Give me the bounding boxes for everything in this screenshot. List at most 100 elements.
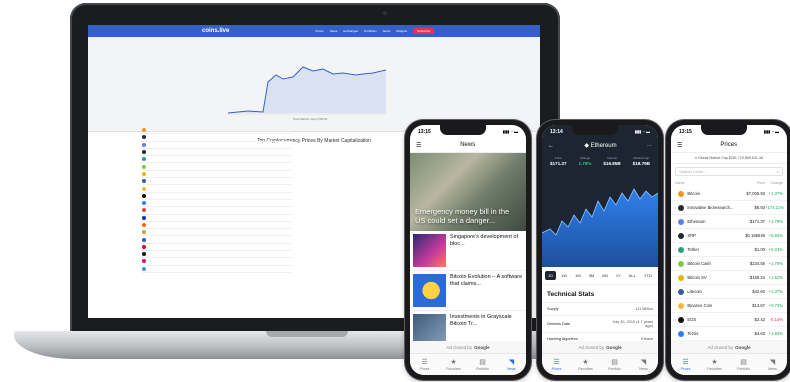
coin-price: $169.24: [749, 275, 765, 280]
coin-row[interactable]: › Bitcoin SV $169.24 +1.52%: [671, 271, 787, 285]
tab-favorites[interactable]: ★ Favorites: [571, 354, 600, 375]
news-item[interactable]: Bitcoin Evolution – A software that clai…: [410, 271, 526, 311]
more-icon[interactable]: ⋯: [647, 143, 652, 149]
table-row[interactable]: [142, 127, 292, 135]
tab-label: Favorites: [707, 366, 722, 371]
table-row[interactable]: [142, 229, 292, 237]
tab-favorites[interactable]: ★ Favorites: [439, 354, 468, 375]
coin-change: +0.03%: [768, 247, 783, 252]
tab-prices[interactable]: ☰ Prices: [410, 354, 439, 375]
table-row[interactable]: [142, 156, 292, 164]
coin-row[interactable]: › Bitcoin Cash $234.56 +1.76%: [671, 257, 787, 271]
nav-link-alerts[interactable]: Alerts: [383, 29, 391, 33]
tab-portfolio[interactable]: ▤ Portfolio: [600, 354, 629, 375]
site-logo[interactable]: coins.live: [202, 28, 229, 34]
tab-news[interactable]: ◥ News: [629, 354, 658, 375]
range-1d[interactable]: 1D: [545, 271, 557, 280]
table-row[interactable]: [142, 236, 292, 244]
range-6m[interactable]: 6M: [599, 271, 611, 280]
tab-label: Favorites: [446, 366, 461, 371]
coin-row[interactable]: › Innovative Bioresearch... $8.93 +174.21%: [671, 201, 787, 215]
coin-title: ◆ Ethereum: [554, 142, 647, 149]
coin-icon: [678, 302, 685, 309]
nav-link-exchanges[interactable]: Exchanges: [343, 29, 358, 33]
news-thumbnail: [413, 234, 446, 267]
tab-label: Portfolio: [608, 366, 621, 371]
search-icon: ⌕: [776, 169, 779, 174]
tab-portfolio[interactable]: ▤ Portfolio: [729, 354, 758, 375]
table-row[interactable]: [142, 222, 292, 230]
laptop-notch: [266, 331, 348, 337]
tab-news[interactable]: ◥ News: [758, 354, 787, 375]
coin-row[interactable]: › Ethereum $171.37 +1.78%: [671, 215, 787, 229]
site-navbar: coins.live Prices News Exchanges Portfol…: [88, 25, 540, 37]
technical-stats-heading: Technical Stats: [547, 291, 595, 298]
global-market-cap-text: Global Market Cap $251,719,869,541.48: [697, 156, 763, 160]
range-1y[interactable]: 1Y: [613, 271, 624, 280]
nav-link-widgets[interactable]: Widgets: [396, 29, 407, 33]
range-1w[interactable]: 1W: [558, 271, 570, 280]
briefcase-icon: ▤: [611, 358, 618, 366]
coin-change: +1.84%: [768, 331, 783, 336]
table-row[interactable]: [142, 193, 292, 200]
tab-favorites[interactable]: ★ Favorites: [700, 354, 729, 375]
table-row[interactable]: [142, 266, 292, 273]
coin-price: $42.60: [752, 289, 765, 294]
news-hero[interactable]: Emergency money bill in the US could set…: [410, 153, 526, 231]
coin-row[interactable]: › Binance Coin $13.67 +0.73%: [671, 299, 787, 313]
global-market-cap[interactable]: ▾ Global Market Cap $251,719,869,541.48: [671, 153, 787, 164]
range-ytd[interactable]: YTD: [641, 271, 655, 280]
table-row[interactable]: [142, 185, 292, 193]
tab-portfolio[interactable]: ▤ Portfolio: [468, 354, 497, 375]
ethereum-screen: 13:14 ▮▮▮ ◔ ▬ ← ◆ Ethereum ⋯ Price $171.37…: [542, 125, 658, 375]
range-3m[interactable]: 3M: [586, 271, 598, 280]
table-row[interactable]: [142, 134, 292, 142]
subscribe-button[interactable]: Subscribe: [413, 28, 435, 34]
table-row[interactable]: [142, 163, 292, 171]
nav-link-portfolios[interactable]: Portfolios: [364, 29, 377, 33]
tab-prices[interactable]: ☰ Prices: [542, 354, 571, 375]
coin-change: +0.84%: [768, 233, 783, 238]
signal-icon: ▮▮▮ ◔ ▬: [502, 129, 518, 134]
coin-row[interactable]: › Tether $1.00 +0.03%: [671, 243, 787, 257]
price-chart[interactable]: [542, 171, 658, 267]
app-bar: ☰ News: [410, 138, 526, 153]
coin-row[interactable]: › EOS $2.42 -0.14%: [671, 313, 787, 327]
table-row[interactable]: [142, 178, 292, 186]
coin-change: +174.21%: [765, 205, 784, 210]
coin-price: $1.00: [754, 247, 765, 252]
chevron-right-icon: ›: [675, 317, 677, 322]
list-icon: ☰: [682, 358, 689, 366]
coin-price: $4.63: [754, 331, 765, 336]
table-row[interactable]: [142, 200, 292, 208]
chevron-right-icon: ›: [675, 191, 677, 196]
coin-icon: [142, 215, 146, 220]
coin-row[interactable]: › Tezós $4.63 +1.84%: [671, 327, 787, 341]
table-row[interactable]: [142, 171, 292, 179]
nav-link-prices[interactable]: Prices: [315, 29, 323, 33]
column-name[interactable]: Name: [675, 181, 743, 185]
table-row[interactable]: [142, 244, 292, 252]
tab-prices[interactable]: ☰ Prices: [671, 354, 700, 375]
news-item[interactable]: Singapore's development of bloc...: [410, 231, 526, 271]
table-row[interactable]: [142, 207, 292, 215]
table-row[interactable]: [142, 149, 292, 157]
column-price[interactable]: Price: [743, 181, 765, 185]
tab-news[interactable]: ◥ News: [497, 354, 526, 375]
table-row[interactable]: [142, 258, 292, 266]
coin-icon: [678, 190, 685, 197]
table-row[interactable]: [142, 251, 292, 259]
coin-row[interactable]: › XRP $0.185649 +0.84%: [671, 229, 787, 243]
coin-icon: [678, 288, 685, 295]
nav-link-news[interactable]: News: [330, 29, 338, 33]
table-row[interactable]: [142, 215, 292, 222]
range-1m[interactable]: 1M: [572, 271, 584, 280]
coin-row[interactable]: › Bitcoin $7,006.93 +1.37%: [671, 187, 787, 201]
column-change[interactable]: Change: [765, 181, 783, 185]
search-input[interactable]: Search Coins... ⌕: [675, 167, 783, 176]
list-icon: ☰: [553, 358, 560, 366]
coin-icon: [142, 193, 146, 198]
coin-row[interactable]: › Litecoin $42.60 +1.37%: [671, 285, 787, 299]
range-all[interactable]: ALL: [626, 271, 639, 280]
table-row[interactable]: [142, 142, 292, 149]
